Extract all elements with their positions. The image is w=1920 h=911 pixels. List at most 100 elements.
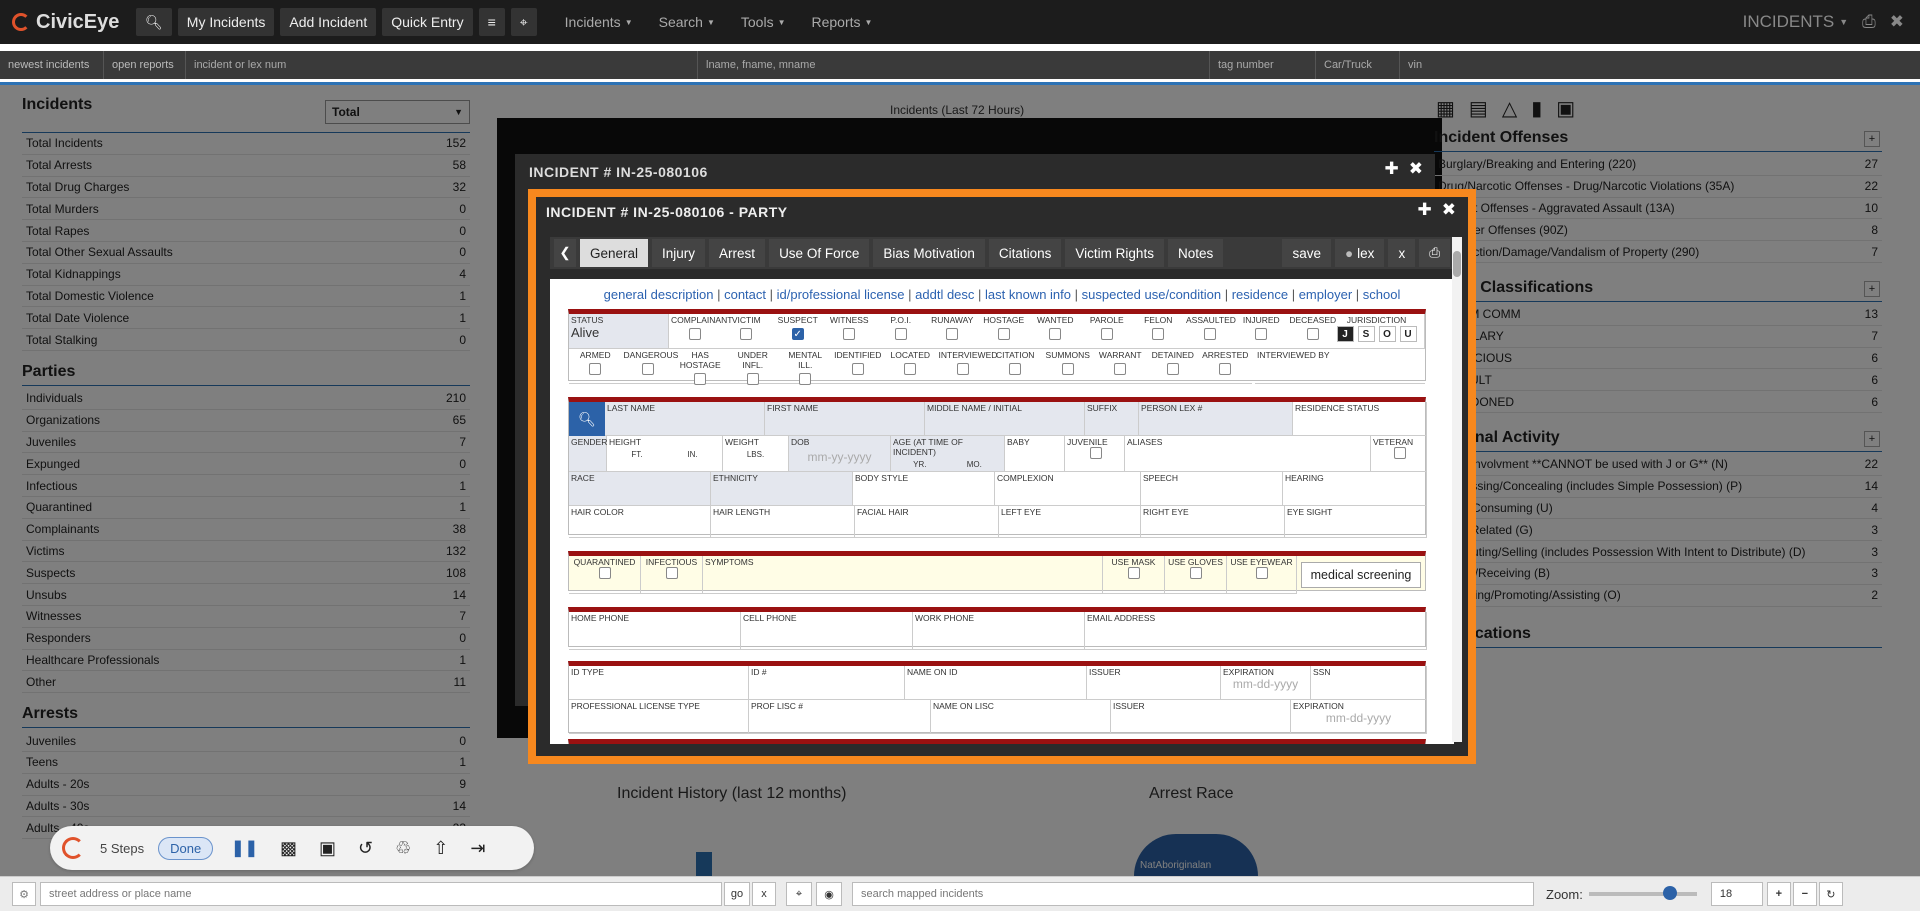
form-field[interactable]: FACIAL HAIR bbox=[855, 506, 999, 538]
mapped-incidents-search[interactable]: search mapped incidents bbox=[852, 882, 1534, 906]
print-icon[interactable]: ⎙ bbox=[1862, 12, 1876, 32]
form-field[interactable]: BODY STYLE bbox=[853, 472, 995, 506]
section-link[interactable]: suspected use/condition bbox=[1082, 287, 1221, 302]
close-icon[interactable]: ✖ bbox=[1409, 159, 1423, 179]
bio-checkbox[interactable] bbox=[1090, 447, 1102, 459]
menu-tools[interactable]: Tools ▼ bbox=[741, 14, 786, 30]
flag-checkbox[interactable] bbox=[904, 363, 917, 375]
brand-logo[interactable]: CivicEye bbox=[12, 11, 130, 34]
tab-injury[interactable]: Injury bbox=[652, 239, 706, 267]
form-scrollbar[interactable] bbox=[1452, 237, 1462, 742]
bio-field-baby[interactable]: BABY bbox=[1005, 436, 1065, 472]
flag-checkbox[interactable] bbox=[1203, 328, 1216, 340]
bio-field-weight[interactable]: WEIGHT LBS. bbox=[723, 436, 789, 472]
flag-checkbox[interactable] bbox=[843, 328, 856, 340]
clear-address-button[interactable]: x bbox=[752, 882, 776, 906]
status-field[interactable]: STATUS Alive bbox=[569, 314, 669, 349]
form-field[interactable]: RIGHT EYE bbox=[1141, 506, 1285, 538]
address-input[interactable]: street address or place name bbox=[40, 882, 722, 906]
back-button[interactable]: ❮ bbox=[554, 239, 576, 267]
flag-checkbox[interactable] bbox=[641, 363, 654, 375]
tab-bias-motivation[interactable]: Bias Motivation bbox=[873, 239, 985, 267]
flag-checkbox[interactable] bbox=[894, 328, 907, 340]
zoom-out-button[interactable]: − bbox=[1792, 882, 1817, 906]
undo-icon[interactable]: ↺ bbox=[358, 838, 373, 859]
flag-checkbox[interactable] bbox=[589, 363, 602, 375]
medical-screening-button[interactable]: medical screening bbox=[1301, 562, 1421, 588]
form-field[interactable]: HAIR LENGTH bbox=[711, 506, 855, 538]
form-field[interactable]: RESIDENCE STATUS bbox=[1293, 402, 1427, 436]
flag-checkbox[interactable] bbox=[1100, 328, 1113, 340]
flag-checkbox[interactable] bbox=[1061, 363, 1074, 375]
tab-arrest[interactable]: Arrest bbox=[709, 239, 766, 267]
jurisdiction-option-j[interactable]: J bbox=[1336, 326, 1354, 342]
list-button[interactable]: ≡ bbox=[478, 8, 505, 36]
flag-checkbox[interactable] bbox=[799, 373, 812, 385]
bio-field-veteran[interactable]: VETERAN bbox=[1371, 436, 1427, 472]
refresh-button[interactable]: ↻ bbox=[1818, 882, 1843, 906]
my-incidents-button[interactable]: My Incidents bbox=[177, 8, 275, 36]
form-field[interactable]: NAME ON LISC bbox=[931, 700, 1111, 734]
form-field[interactable]: EMAIL ADDRESS bbox=[1085, 612, 1427, 650]
form-field[interactable]: PROF LISC # bbox=[749, 700, 931, 734]
zoom-slider-thumb[interactable] bbox=[1662, 886, 1677, 900]
map-pin-button[interactable]: ◉ bbox=[816, 882, 842, 906]
flag-checkbox[interactable] bbox=[1219, 363, 1232, 375]
form-field[interactable]: PERSON LEX # bbox=[1139, 402, 1293, 436]
form-field[interactable]: EXPIRATION mm-dd-yyyy bbox=[1221, 666, 1311, 700]
tab-notes[interactable]: Notes bbox=[1167, 239, 1224, 267]
form-field[interactable]: SSN bbox=[1311, 666, 1427, 700]
map-pin-button[interactable]: ⌖ bbox=[510, 8, 537, 36]
jurisdiction-option-s[interactable]: S bbox=[1357, 326, 1375, 342]
form-field[interactable]: EYE SIGHT bbox=[1285, 506, 1427, 538]
form-field[interactable]: ISSUER bbox=[1111, 700, 1291, 734]
bio-field-gender[interactable]: GENDER bbox=[569, 436, 607, 472]
flag-checkbox[interactable] bbox=[688, 328, 701, 340]
flag-checkbox[interactable] bbox=[956, 363, 969, 375]
search-button[interactable]: 🔍︎ bbox=[136, 8, 172, 36]
bio-field-dob[interactable]: DOB mm-yy-yyyy bbox=[789, 436, 891, 472]
vehicle-type-input[interactable]: Car/Truck bbox=[1316, 51, 1400, 79]
form-field[interactable]: WORK PHONE bbox=[913, 612, 1085, 650]
form-field[interactable]: COMPLEXION bbox=[995, 472, 1141, 506]
infectious-checkbox[interactable] bbox=[665, 567, 678, 579]
flag-checkbox[interactable] bbox=[746, 373, 759, 385]
flag-checkbox[interactable] bbox=[1114, 363, 1127, 375]
flag-checkbox[interactable]: ✓ bbox=[791, 328, 804, 340]
tab-general[interactable]: General bbox=[580, 239, 649, 267]
bio-field-age[interactable]: AGE (AT TIME OF INCIDENT) YR. MO. bbox=[891, 436, 1005, 472]
bio-checkbox[interactable] bbox=[1394, 447, 1406, 459]
flag-checkbox[interactable] bbox=[997, 328, 1010, 340]
form-field[interactable]: ETHNICITY bbox=[711, 472, 853, 506]
form-field[interactable]: MIDDLE NAME / INITIAL bbox=[925, 402, 1085, 436]
section-link[interactable]: contact bbox=[724, 287, 766, 302]
close-icon[interactable]: ✖ bbox=[1890, 12, 1904, 32]
tab-citations[interactable]: Citations bbox=[988, 239, 1062, 267]
add-incident-button[interactable]: Add Incident bbox=[280, 8, 377, 36]
exit-icon[interactable]: ⇥ bbox=[470, 838, 485, 859]
section-link[interactable]: id/professional license bbox=[777, 287, 905, 302]
quick-entry-button[interactable]: Quick Entry bbox=[382, 8, 473, 36]
bio-field-height[interactable]: HEIGHT FT. IN. bbox=[607, 436, 723, 472]
bio-field-aliases[interactable]: ALIASES bbox=[1125, 436, 1371, 472]
flag-checkbox[interactable] bbox=[694, 373, 707, 385]
clear-button[interactable]: x bbox=[1388, 239, 1416, 267]
form-field[interactable]: HAIR COLOR bbox=[569, 506, 711, 538]
form-field[interactable]: LAST NAME bbox=[605, 402, 765, 436]
form-field[interactable]: ID # bbox=[749, 666, 905, 700]
image-icon[interactable]: ▣ bbox=[319, 838, 336, 859]
form-field[interactable]: ISSUER bbox=[1087, 666, 1221, 700]
form-field[interactable]: CELL PHONE bbox=[741, 612, 913, 650]
section-link[interactable]: employer bbox=[1299, 287, 1352, 302]
zoom-in-button[interactable]: + bbox=[1766, 882, 1791, 906]
tag-search-input[interactable]: tag number bbox=[1210, 51, 1316, 79]
flag-checkbox[interactable] bbox=[1152, 328, 1165, 340]
section-link[interactable]: last known info bbox=[985, 287, 1071, 302]
done-button[interactable]: Done bbox=[158, 836, 214, 860]
jurisdiction-option-u[interactable]: U bbox=[1399, 326, 1417, 342]
vin-search-input[interactable]: vin bbox=[1400, 51, 1920, 79]
flag-checkbox[interactable] bbox=[1255, 328, 1268, 340]
trash-icon[interactable]: ♲ bbox=[395, 838, 411, 859]
zoom-level-input[interactable]: 18 bbox=[1710, 882, 1763, 906]
form-field[interactable]: LEFT EYE bbox=[999, 506, 1141, 538]
